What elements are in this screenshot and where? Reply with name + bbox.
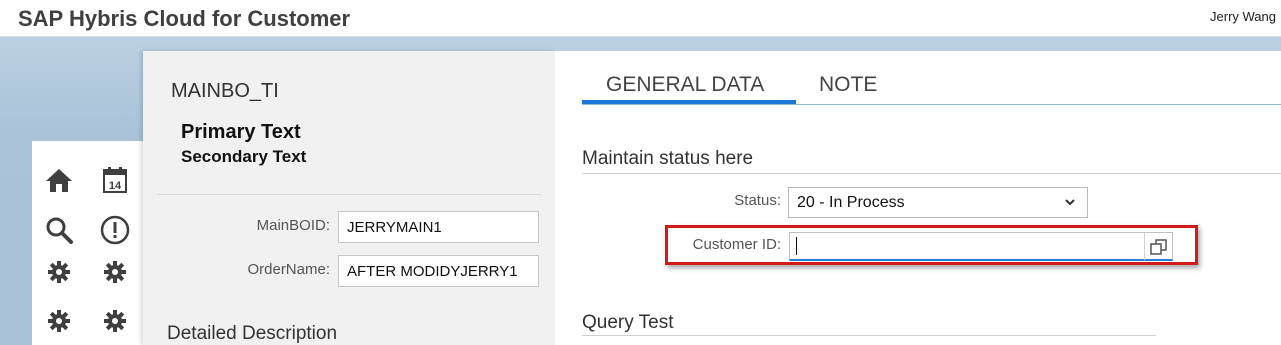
content-panel: GENERAL DATA NOTE Maintain status here S… [555, 51, 1281, 345]
chevron-down-icon [1065, 199, 1075, 206]
gear-icon[interactable] [44, 306, 74, 336]
calendar-icon[interactable]: 14 [100, 165, 130, 195]
tab-general-data[interactable]: GENERAL DATA [606, 73, 764, 97]
mainboid-label: MainBOID: [256, 217, 330, 234]
query-section-title: Query Test [582, 312, 674, 333]
home-icon[interactable] [44, 165, 74, 195]
gear-icon[interactable] [100, 257, 130, 287]
launchpad: 14 [32, 141, 144, 345]
mainboid-field[interactable]: JERRYMAIN1 [338, 211, 539, 243]
object-header-panel: MAINBO_TI Primary Text Secondary Text Ma… [143, 51, 555, 345]
highlight-annotation [665, 225, 1198, 265]
query-section-rule [582, 335, 1156, 336]
gear-icon[interactable] [100, 306, 130, 336]
user-name[interactable]: Jerry Wang [1210, 9, 1276, 24]
section-title: Maintain status here [582, 148, 754, 169]
status-select[interactable]: 20 - In Process [788, 187, 1088, 218]
divider [157, 194, 541, 195]
section-rule [582, 173, 1281, 174]
app-title: SAP Hybris Cloud for Customer [18, 6, 351, 31]
ordername-label: OrderName: [247, 261, 330, 278]
gear-icon[interactable] [44, 257, 74, 287]
secondary-text: Secondary Text [181, 147, 307, 166]
alert-icon[interactable] [100, 215, 130, 245]
object-id: MAINBO_TI [171, 80, 279, 102]
ordername-field[interactable]: AFTER MODIDYJERRY1 [338, 255, 539, 287]
tab-bar-line [582, 104, 1281, 105]
calendar-day: 14 [109, 180, 122, 192]
detailed-description-title: Detailed Description [167, 323, 338, 344]
status-label: Status: [734, 192, 781, 209]
status-value: 20 - In Process [797, 194, 905, 211]
shell-header: SAP Hybris Cloud for Customer Jerry Wang [0, 0, 1281, 37]
primary-text: Primary Text [181, 121, 301, 143]
search-icon[interactable] [44, 215, 74, 245]
tab-note[interactable]: NOTE [819, 73, 877, 97]
